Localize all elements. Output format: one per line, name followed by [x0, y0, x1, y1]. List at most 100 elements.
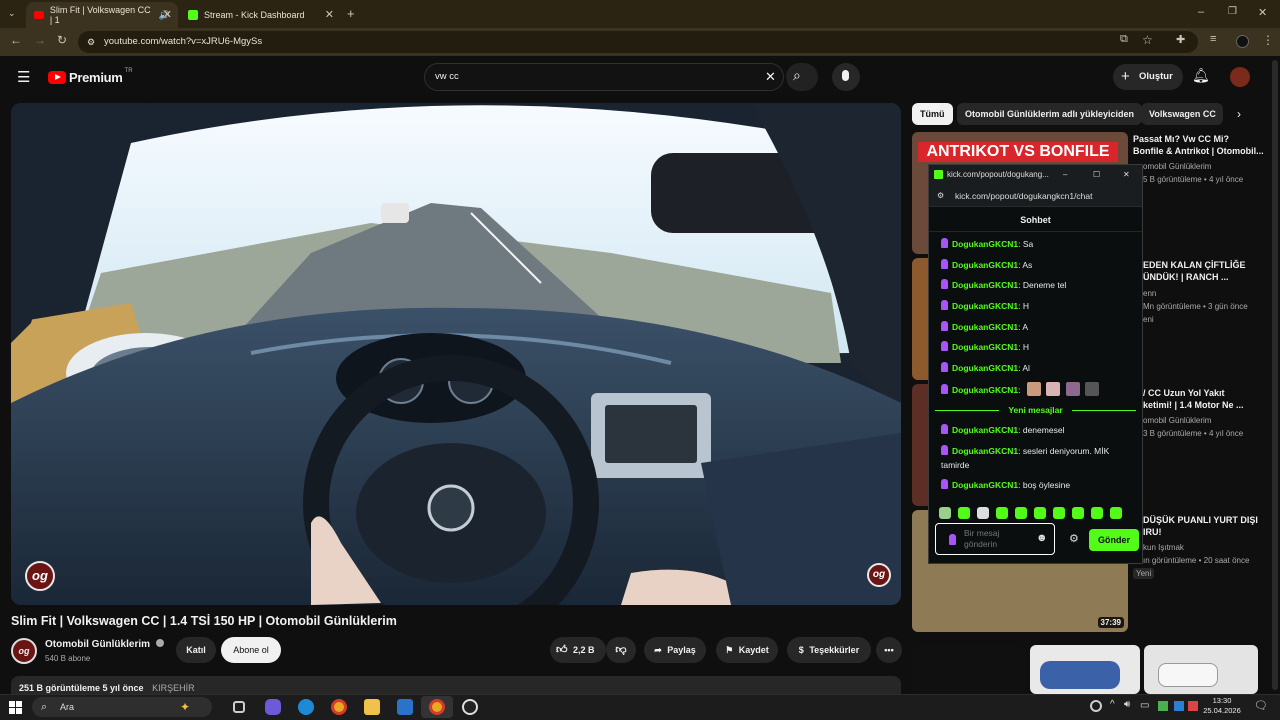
tray-icon[interactable] [1090, 700, 1102, 712]
emoji-picker-icon[interactable]: ☻ [1036, 532, 1048, 544]
close-window-icon[interactable]: ✕ [1123, 165, 1130, 185]
emote-button[interactable] [1034, 507, 1046, 519]
media-control-icon[interactable]: ≡ [1210, 33, 1216, 45]
emote-button[interactable] [996, 507, 1008, 519]
like-button[interactable]: 👍︎ 2,2 B [550, 637, 606, 663]
minimize-window-icon[interactable]: – [1198, 6, 1204, 18]
file-explorer-icon[interactable] [364, 699, 380, 715]
notifications-bell-icon[interactable]: 🔔︎ [1192, 67, 1210, 84]
restore-window-icon[interactable]: ❐ [1228, 6, 1237, 17]
channel-avatar[interactable]: og [11, 638, 37, 664]
chip-all[interactable]: Tümü [912, 103, 953, 125]
task-view-icon[interactable] [233, 701, 245, 713]
account-avatar[interactable] [1230, 67, 1250, 87]
url-field[interactable]: ⚙ youtube.com/watch?v=xJRU6-MgySs [78, 31, 1198, 53]
bookmark-star-icon[interactable]: ☆ [1142, 33, 1153, 47]
more-actions-button[interactable]: ••• [876, 637, 902, 663]
start-button[interactable] [9, 701, 22, 714]
mail-icon[interactable] [397, 699, 413, 715]
popout-url-bar[interactable]: ⚙ kick.com/popout/dogukangkcn1/chat [929, 185, 1142, 207]
network-icon[interactable]: ▭ [1140, 700, 1149, 711]
chip-vw-cc[interactable]: Volkswagen CC [1141, 103, 1223, 125]
minimize-window-icon[interactable]: – [1063, 165, 1067, 185]
clear-search-icon[interactable]: ✕ [765, 69, 776, 85]
emote-button[interactable] [1015, 507, 1027, 519]
voice-search-button[interactable] [832, 63, 860, 91]
related-title[interactable]: Passat Mı? Vw CC Mi? Bonfile & Antrikot … [1133, 133, 1273, 157]
chat-username[interactable]: DogukanGKCN1 [952, 446, 1018, 456]
chip-uploader[interactable]: Otomobil Günlüklerim adlı yükleyiciden [957, 103, 1143, 125]
system-clock[interactable]: 13:30 25.04.2026 [1198, 696, 1246, 716]
emote-button[interactable] [939, 507, 951, 519]
reload-icon[interactable]: ↻ [57, 33, 67, 47]
chat-username[interactable]: DogukanGKCN1 [952, 363, 1018, 373]
close-window-icon[interactable]: ✕ [1258, 6, 1267, 19]
tab-list-chevron-icon[interactable]: ⌄ [8, 8, 16, 19]
chevron-right-icon[interactable]: › [1237, 107, 1241, 121]
related-thumbnail[interactable] [1144, 645, 1258, 694]
channel-name[interactable]: Otomobil Günlüklerim [45, 639, 164, 650]
copilot-icon[interactable] [265, 699, 281, 715]
chat-input[interactable] [964, 528, 1034, 552]
related-thumbnail[interactable] [912, 645, 1026, 694]
edge-icon[interactable] [298, 699, 314, 715]
chrome-active-icon[interactable] [429, 699, 445, 715]
notification-center-icon[interactable]: 🗨︎ [1254, 699, 1268, 712]
youtube-logo[interactable]: Premium TR [48, 68, 133, 86]
volume-icon[interactable]: 🔊︎ [1124, 699, 1130, 710]
forward-icon[interactable]: → [34, 33, 46, 47]
thanks-button[interactable]: $ Teşekkürler [787, 637, 871, 663]
related-thumbnail[interactable] [1030, 645, 1140, 694]
chat-username[interactable]: DogukanGKCN1 [952, 322, 1018, 332]
chevron-up-icon[interactable]: ^ [1110, 699, 1115, 710]
tab-youtube[interactable]: Slim Fit | Volkswagen CC | 1 🔊 ✕ [26, 2, 178, 28]
tray-app-icon[interactable] [1188, 701, 1198, 711]
chat-username[interactable]: DogukanGKCN1 [952, 342, 1018, 352]
taskbar-search[interactable]: ⌕ Ara ✦ [32, 697, 212, 717]
send-button[interactable]: Gönder [1089, 529, 1139, 551]
emote-button[interactable] [1110, 507, 1122, 519]
hamburger-menu-icon[interactable]: ☰ [17, 68, 30, 86]
search-input[interactable] [435, 71, 755, 82]
dislike-button[interactable]: 👎︎ [606, 637, 636, 663]
share-button[interactable]: ➦ Paylaş [644, 637, 706, 663]
chat-username[interactable]: DogukanGKCN1 [952, 425, 1018, 435]
emote-button[interactable] [958, 507, 970, 519]
profile-avatar[interactable] [1236, 35, 1249, 48]
search-button[interactable]: ⌕ [786, 63, 818, 91]
tab-kick[interactable]: Stream - Kick Dashboard ✕ [180, 2, 340, 28]
extensions-icon[interactable]: ✚ [1176, 33, 1185, 46]
save-button[interactable]: ⚑ Kaydet [716, 637, 778, 663]
obs-icon[interactable] [462, 699, 478, 715]
chat-username[interactable]: DogukanGKCN1 [952, 385, 1018, 395]
browser-menu-icon[interactable]: ⋮ [1262, 33, 1274, 47]
related-title[interactable]: / CC Uzun Yol Yakıt ketimi! | 1.4 Motor … [1143, 387, 1273, 411]
emote-button[interactable] [1091, 507, 1103, 519]
join-button[interactable]: Katıl [176, 637, 216, 663]
chat-username[interactable]: DogukanGKCN1 [952, 260, 1018, 270]
back-icon[interactable]: ← [10, 33, 22, 47]
tray-app-icon[interactable] [1158, 701, 1168, 711]
chat-username[interactable]: DogukanGKCN1 [952, 301, 1018, 311]
chat-settings-icon[interactable]: ⚙ [1069, 532, 1079, 545]
related-title[interactable]: DÜŞÜK PUANLI YURT DIŞI IRU! [1143, 514, 1273, 538]
chat-username[interactable]: DogukanGKCN1 [952, 280, 1018, 290]
emote-button[interactable] [1072, 507, 1084, 519]
thumbnail-caption: ANTRIKOT VS BONFILE [918, 142, 1118, 162]
emote-button[interactable] [977, 507, 989, 519]
related-title[interactable]: EDEN KALAN ÇİFTLİĞE ÜNDÜK! | RANCH ... [1143, 259, 1273, 283]
subscribe-button[interactable]: Abone ol [221, 637, 281, 663]
chat-username[interactable]: DogukanGKCN1 [952, 239, 1018, 249]
create-button[interactable]: + Oluştur [1113, 64, 1183, 90]
chrome-icon[interactable] [331, 699, 347, 715]
close-tab-icon[interactable]: ✕ [325, 8, 334, 21]
new-tab-icon[interactable]: + [347, 6, 355, 21]
site-info-icon[interactable]: ⚙ [87, 31, 95, 53]
video-player[interactable]: og og [11, 103, 901, 605]
close-tab-icon[interactable]: ✕ [163, 8, 172, 21]
chat-username[interactable]: DogukanGKCN1 [952, 480, 1018, 490]
tray-app-icon[interactable] [1174, 701, 1184, 711]
maximize-window-icon[interactable]: ☐ [1093, 165, 1100, 185]
emote-button[interactable] [1053, 507, 1065, 519]
install-app-icon[interactable]: ⧉ [1120, 33, 1128, 46]
